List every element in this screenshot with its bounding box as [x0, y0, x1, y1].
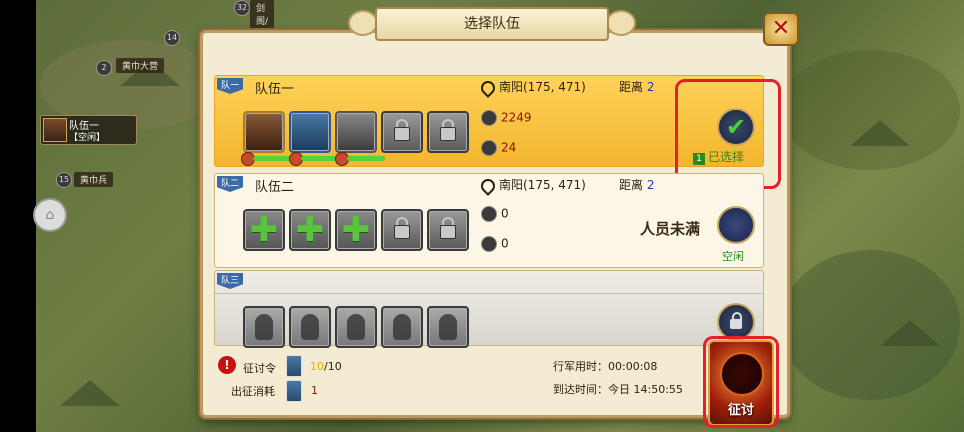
- plus-icon: ✚: [341, 210, 371, 250]
- screen-edge: [0, 0, 36, 432]
- team-tag: 队三: [217, 273, 243, 289]
- march-speed-value: 0: [501, 236, 509, 251]
- troop-count: 2249: [481, 110, 532, 126]
- level-badge: 14: [164, 30, 180, 46]
- order-card-icon: [286, 355, 302, 377]
- title-ornament-icon: [348, 10, 378, 36]
- map-mountain: [850, 120, 910, 146]
- level-badge: 15: [56, 172, 72, 188]
- expedition-cost-value: 1: [311, 384, 318, 397]
- empty-hero-slot: [289, 306, 331, 348]
- soldier-icon: [481, 206, 497, 222]
- team-tag: 队一: [217, 78, 243, 94]
- team-location: 南阳(175, 471): [478, 77, 586, 98]
- dialog-title: 选择队伍: [375, 7, 609, 41]
- campaign-order-current: 10: [310, 360, 324, 373]
- locked-slot[interactable]: [427, 209, 469, 251]
- distance-value: 2: [646, 178, 655, 192]
- hero-slot-1[interactable]: [243, 111, 285, 153]
- empty-hero-slot: [427, 306, 469, 348]
- campaign-order-label: 征讨令: [243, 362, 276, 375]
- add-hero-button[interactable]: ✚: [335, 209, 377, 251]
- hero-slot-2[interactable]: [289, 111, 331, 153]
- march-time: 行军用时：00:00:08: [553, 358, 657, 374]
- troop-count-value: 2249: [501, 110, 532, 125]
- hp-bar: [253, 156, 291, 161]
- map-terrain-patch: [780, 50, 960, 170]
- march-time-value: 00:00:08: [608, 360, 658, 373]
- troop-count-value: 0: [501, 206, 509, 221]
- idle-label: 空闲: [722, 250, 744, 263]
- march-speed: 0: [481, 236, 509, 252]
- add-hero-button[interactable]: ✚: [289, 209, 331, 251]
- team-tag: 队二: [217, 176, 243, 192]
- team-distance: 距离 2: [619, 78, 654, 95]
- plus-icon: ✚: [249, 210, 279, 250]
- arrival-time: 到达时间：今日 14:50:55: [553, 381, 683, 397]
- distance-label: 距离: [619, 80, 644, 94]
- campaign-order-count: 10/10: [310, 360, 342, 373]
- distance-value: 2: [646, 80, 655, 94]
- hero-slot-3[interactable]: [335, 111, 377, 153]
- team-distance: 距离 2: [619, 176, 654, 193]
- order-card-icon: [286, 380, 302, 402]
- location-pin-icon: [478, 175, 498, 196]
- hp-bar: [347, 156, 385, 161]
- highlight-box: [703, 336, 779, 428]
- empty-hero-slot: [243, 306, 285, 348]
- arrival-time-value: 今日 14:50:55: [608, 383, 683, 396]
- arrival-time-label: 到达时间：: [553, 383, 608, 396]
- speed-icon: [481, 236, 497, 252]
- team-name: 队伍一: [255, 82, 295, 97]
- warning-icon[interactable]: !: [218, 356, 236, 374]
- team-location-text: 南阳(175, 471): [499, 80, 586, 94]
- team-name: 队伍二: [255, 180, 295, 195]
- squad-chip[interactable]: 队伍一 【空闲】: [40, 115, 137, 145]
- close-button[interactable]: ✕: [763, 12, 799, 46]
- expedition-cost-label: 出征消耗: [231, 385, 275, 398]
- empty-hero-slot: [381, 306, 423, 348]
- squad-chip-status: 【空闲】: [69, 133, 106, 143]
- march-time-label: 行军用时：: [553, 360, 608, 373]
- level-badge: 32: [234, 0, 250, 16]
- march-speed-value: 24: [501, 140, 517, 155]
- march-speed: 24: [481, 140, 516, 156]
- team-not-full-label: 人员未满: [640, 220, 701, 238]
- team-location: 南阳(175, 471): [478, 175, 586, 196]
- hp-bar: [301, 156, 339, 161]
- map-camp-label[interactable]: 黄巾大营: [116, 58, 165, 73]
- squad-avatar: [43, 118, 67, 142]
- add-hero-button[interactable]: ✚: [243, 209, 285, 251]
- troop-count: 0: [481, 206, 509, 222]
- empty-hero-slot: [335, 306, 377, 348]
- soldier-icon: [481, 110, 497, 126]
- speed-icon: [481, 140, 497, 156]
- row-divider: [215, 293, 763, 294]
- locked-slot[interactable]: [381, 111, 423, 153]
- locked-slot[interactable]: [427, 111, 469, 153]
- title-ornament-icon: [606, 10, 636, 36]
- locked-slot[interactable]: [381, 209, 423, 251]
- location-pin-icon: [478, 77, 498, 98]
- team-location-text: 南阳(175, 471): [499, 178, 586, 192]
- home-icon[interactable]: ⌂: [33, 198, 67, 232]
- level-badge: 2: [96, 60, 112, 76]
- team-status-button[interactable]: [717, 206, 755, 244]
- team-row-3[interactable]: 队三: [214, 270, 764, 348]
- map-mountain: [880, 320, 940, 346]
- plus-icon: ✚: [295, 210, 325, 250]
- map-soldiers-label[interactable]: 黄巾兵: [74, 172, 114, 187]
- campaign-order-max: /10: [324, 360, 342, 373]
- distance-label: 距离: [619, 178, 644, 192]
